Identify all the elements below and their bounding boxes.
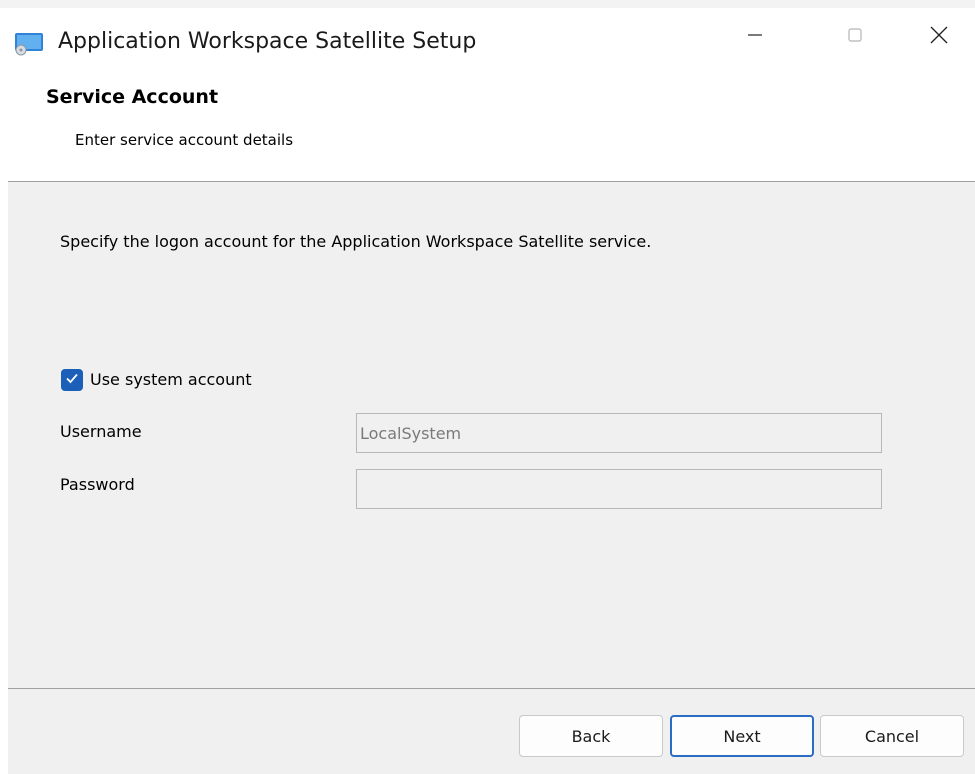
- content-panel: Specify the logon account for the Applic…: [8, 182, 975, 688]
- installer-app-icon: [14, 32, 44, 56]
- page-title: Service Account: [46, 86, 219, 108]
- username-label: Username: [60, 422, 142, 441]
- minimize-button[interactable]: [726, 8, 784, 66]
- maximize-icon: [845, 25, 865, 49]
- password-label: Password: [60, 475, 135, 494]
- maximize-button[interactable]: [826, 8, 884, 66]
- close-icon: [928, 24, 950, 50]
- page-header: Service Account Enter service account de…: [0, 66, 975, 181]
- next-button[interactable]: Next: [670, 715, 814, 757]
- minimize-icon: [745, 25, 765, 49]
- username-field[interactable]: [356, 413, 882, 453]
- window-top-strip: [0, 0, 975, 8]
- password-field[interactable]: [356, 469, 882, 509]
- checkmark-icon: [64, 370, 80, 390]
- close-button[interactable]: [910, 8, 968, 66]
- window-title: Application Workspace Satellite Setup: [58, 29, 477, 54]
- back-button[interactable]: Back: [519, 715, 663, 757]
- use-system-account-checkbox[interactable]: [61, 369, 83, 391]
- use-system-account-label[interactable]: Use system account: [90, 370, 252, 389]
- page-subtitle: Enter service account details: [75, 131, 294, 149]
- footer-panel: Back Next Cancel: [8, 689, 975, 774]
- instructions-text: Specify the logon account for the Applic…: [60, 232, 652, 251]
- cancel-button[interactable]: Cancel: [820, 715, 964, 757]
